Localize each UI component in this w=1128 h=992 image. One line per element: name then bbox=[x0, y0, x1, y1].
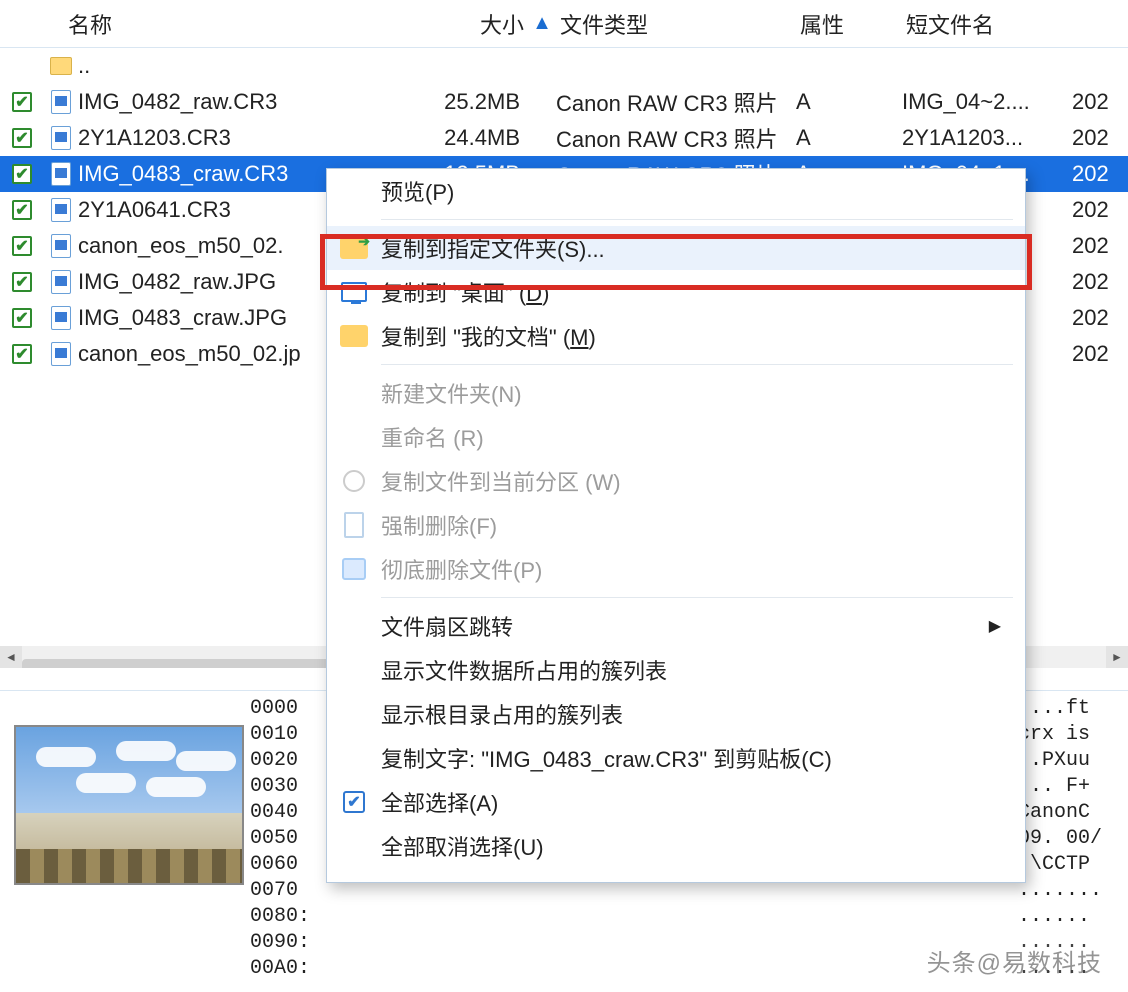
file-date: 202 bbox=[1072, 161, 1128, 187]
menu-deselect-all[interactable]: 全部取消选择(U) bbox=[327, 824, 1025, 868]
submenu-arrow-icon: ▶ bbox=[989, 616, 1001, 636]
folder-arrow-icon bbox=[340, 237, 368, 259]
file-date: 202 bbox=[1072, 341, 1128, 367]
parent-dir-row[interactable]: .. bbox=[0, 48, 1128, 84]
menu-separator bbox=[381, 597, 1013, 598]
file-icon bbox=[44, 234, 78, 258]
folder-icon bbox=[340, 325, 368, 347]
file-type: Canon RAW CR3 照片 bbox=[556, 86, 796, 118]
row-checkbox[interactable]: ✔ bbox=[0, 92, 44, 112]
col-attr-header[interactable]: 属性 bbox=[800, 8, 906, 40]
menu-copy-to-desktop-label: 复制到 "桌面" (D) bbox=[381, 276, 1001, 308]
document-icon bbox=[344, 512, 364, 538]
col-size-header[interactable]: 大小 bbox=[444, 8, 524, 40]
file-short: IMG_04~2.... bbox=[902, 89, 1072, 115]
file-icon bbox=[44, 198, 78, 222]
menu-new-folder: 新建文件夹(N) bbox=[327, 371, 1025, 415]
menu-force-delete: 强制删除(F) bbox=[327, 503, 1025, 547]
file-attr: A bbox=[796, 89, 902, 115]
file-size: 25.2MB bbox=[440, 89, 520, 115]
file-icon bbox=[44, 126, 78, 150]
desktop-icon bbox=[341, 282, 367, 302]
file-name: IMG_0482_raw.CR3 bbox=[78, 89, 440, 115]
menu-copy-partition: 复制文件到当前分区 (W) bbox=[327, 459, 1025, 503]
file-date: 202 bbox=[1072, 233, 1128, 259]
column-header-row[interactable]: 名称 大小 ▲ 文件类型 属性 短文件名 bbox=[0, 0, 1128, 48]
file-date: 202 bbox=[1072, 269, 1128, 295]
folder-up-icon bbox=[44, 57, 78, 75]
row-checkbox[interactable]: ✔ bbox=[0, 200, 44, 220]
file-icon bbox=[44, 90, 78, 114]
row-checkbox[interactable]: ✔ bbox=[0, 164, 44, 184]
file-size: 24.4MB bbox=[440, 125, 520, 151]
parent-dir-label: .. bbox=[78, 53, 440, 79]
row-checkbox[interactable]: ✔ bbox=[0, 272, 44, 292]
col-short-header[interactable]: 短文件名 bbox=[906, 8, 1076, 40]
check-icon: ✔ bbox=[343, 791, 365, 813]
file-date: 202 bbox=[1072, 305, 1128, 331]
menu-copy-text[interactable]: 复制文字: "IMG_0483_craw.CR3" 到剪贴板(C) bbox=[327, 736, 1025, 780]
file-icon bbox=[44, 270, 78, 294]
hex-offsets: 000000100020 003000400050 006000700080: … bbox=[250, 691, 334, 990]
file-icon bbox=[44, 342, 78, 366]
globe-icon bbox=[343, 470, 365, 492]
menu-preview[interactable]: 预览(P) bbox=[327, 169, 1025, 213]
file-type: Canon RAW CR3 照片 bbox=[556, 122, 796, 154]
menu-cluster-list[interactable]: 显示文件数据所占用的簇列表 bbox=[327, 648, 1025, 692]
menu-separator bbox=[381, 219, 1013, 220]
row-checkbox[interactable]: ✔ bbox=[0, 344, 44, 364]
table-row[interactable]: ✔ IMG_0482_raw.CR3 25.2MB Canon RAW CR3 … bbox=[0, 84, 1128, 120]
menu-copy-to-folder-label: 复制到指定文件夹(S)... bbox=[381, 232, 1001, 264]
thumbnail-preview bbox=[0, 691, 250, 990]
menu-perm-delete: 彻底删除文件(P) bbox=[327, 547, 1025, 591]
menu-separator bbox=[381, 364, 1013, 365]
menu-copy-to-mydoc[interactable]: 复制到 "我的文档" (M) bbox=[327, 314, 1025, 358]
file-icon bbox=[44, 306, 78, 330]
menu-preview-label: 预览(P) bbox=[381, 175, 1001, 207]
thumbnail-image bbox=[14, 725, 244, 885]
menu-sector-jump[interactable]: 文件扇区跳转 ▶ bbox=[327, 604, 1025, 648]
row-checkbox[interactable]: ✔ bbox=[0, 128, 44, 148]
file-icon bbox=[44, 162, 78, 186]
file-short: 2Y1A1203... bbox=[902, 125, 1072, 151]
menu-root-cluster[interactable]: 显示根目录占用的簇列表 bbox=[327, 692, 1025, 736]
menu-copy-to-mydoc-label: 复制到 "我的文档" (M) bbox=[381, 320, 1001, 352]
scroll-right-icon[interactable]: ► bbox=[1106, 646, 1128, 668]
file-date: 202 bbox=[1072, 89, 1128, 115]
table-row[interactable]: ✔ 2Y1A1203.CR3 24.4MB Canon RAW CR3 照片 A… bbox=[0, 120, 1128, 156]
file-name: 2Y1A1203.CR3 bbox=[78, 125, 440, 151]
scroll-left-icon[interactable]: ◄ bbox=[0, 646, 22, 668]
row-checkbox[interactable]: ✔ bbox=[0, 308, 44, 328]
sort-arrow-icon[interactable]: ▲ bbox=[524, 12, 560, 35]
menu-copy-to-folder[interactable]: 复制到指定文件夹(S)... bbox=[327, 226, 1025, 270]
file-date: 202 bbox=[1072, 197, 1128, 223]
col-name-header[interactable]: 名称 bbox=[4, 8, 444, 40]
menu-select-all[interactable]: ✔ 全部选择(A) bbox=[327, 780, 1025, 824]
watermark: 头条@易数科技 bbox=[921, 941, 1108, 980]
context-menu: 预览(P) 复制到指定文件夹(S)... 复制到 "桌面" (D) 复制到 "我… bbox=[326, 168, 1026, 883]
col-type-header[interactable]: 文件类型 bbox=[560, 8, 800, 40]
menu-rename: 重命名 (R) bbox=[327, 415, 1025, 459]
trash-icon bbox=[342, 558, 366, 580]
menu-copy-to-desktop[interactable]: 复制到 "桌面" (D) bbox=[327, 270, 1025, 314]
file-date: 202 bbox=[1072, 125, 1128, 151]
row-checkbox[interactable]: ✔ bbox=[0, 236, 44, 256]
file-attr: A bbox=[796, 125, 902, 151]
